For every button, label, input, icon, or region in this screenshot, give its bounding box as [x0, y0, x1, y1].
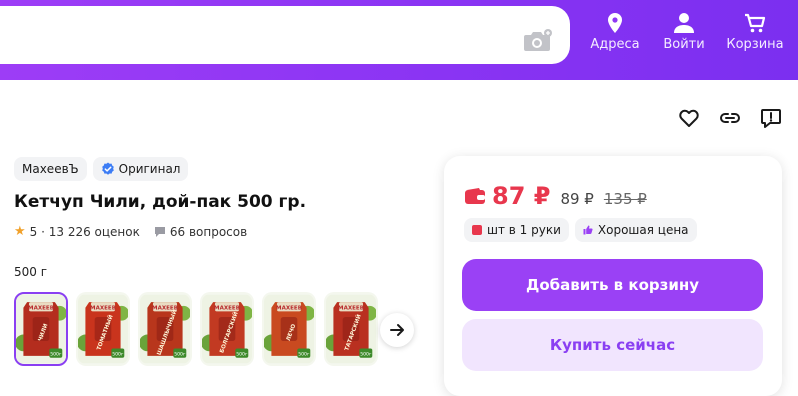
- offer-card: 87 ₽ 89 ₽ 135 ₽ шт в 1 руки Хорошая цена…: [444, 156, 782, 396]
- variant-label: 500 г: [14, 265, 48, 279]
- svg-text:МАХЕЕВ: МАХЕЕВ: [338, 306, 364, 312]
- heart-icon[interactable]: [677, 106, 701, 130]
- nav-addresses-label: Адреса: [590, 37, 640, 52]
- ketchup-pack-image: МАХЕЕВШАШЛЫЧНЫЙ500г: [140, 294, 190, 364]
- user-icon: [674, 13, 694, 33]
- thumbs-up-icon: [583, 225, 593, 235]
- svg-text:500г: 500г: [298, 351, 310, 357]
- product-thumbnail[interactable]: МАХЕЕВ ШАШЛЫЧНЫЙ 500г: [138, 292, 192, 366]
- svg-text:500г: 500г: [112, 351, 124, 357]
- old-price: 135 ₽: [603, 190, 647, 208]
- thumbnails-next-button[interactable]: [380, 313, 414, 347]
- limit-label: шт в 1 руки: [487, 223, 561, 237]
- ketchup-pack-image: МАХЕЕВТАТАРСКИЙ500г: [326, 294, 376, 364]
- offer-badges: шт в 1 руки Хорошая цена: [464, 218, 697, 242]
- current-price: 87 ₽: [492, 182, 551, 210]
- brand-name: МахеевЪ: [22, 162, 79, 176]
- svg-text:500г: 500г: [236, 351, 248, 357]
- brand-chip[interactable]: МахеевЪ: [14, 157, 87, 181]
- rating-text[interactable]: 5 · 13 226 оценок: [30, 225, 140, 239]
- price-row: 87 ₽ 89 ₽ 135 ₽: [464, 182, 647, 210]
- svg-text:500г: 500г: [174, 351, 186, 357]
- nav-addresses[interactable]: Адреса: [580, 8, 650, 60]
- verified-check-icon: [101, 162, 114, 175]
- thumbnail-strip: МАХЕЕВ ЧИЛИ 500г МАХЕЕВ ТОМАТНЫЙ 500г МАХЕЕВ ША…: [14, 292, 378, 366]
- top-header: Адреса Войти Корзина: [0, 0, 798, 80]
- svg-text:МАХЕЕВ: МАХЕЕВ: [214, 306, 240, 312]
- search-bar[interactable]: [0, 6, 570, 64]
- nav-login[interactable]: Войти: [649, 8, 719, 60]
- product-thumbnail[interactable]: МАХЕЕВ ТОМАТНЫЙ 500г: [76, 292, 130, 366]
- location-pin-icon: [608, 13, 622, 33]
- product-thumbnail[interactable]: МАХЕЕВ ЧИЛИ 500г: [14, 292, 68, 366]
- svg-text:500г: 500г: [360, 351, 372, 357]
- link-icon[interactable]: [718, 106, 742, 130]
- original-label: Оригинал: [118, 162, 181, 176]
- product-thumbnail[interactable]: МАХЕЕВ ТАТАРСКИЙ 500г: [324, 292, 378, 366]
- product-thumbnail[interactable]: МАХЕЕВ ЛЕЧО 500г: [262, 292, 316, 366]
- ketchup-pack-image: МАХЕЕВТОМАТНЫЙ500г: [78, 294, 128, 364]
- nav-cart[interactable]: Корзина: [720, 8, 790, 60]
- nav-login-label: Войти: [663, 37, 705, 52]
- limit-badge: шт в 1 руки: [464, 218, 569, 242]
- wallet-icon: [465, 188, 485, 204]
- questions-icon: [154, 226, 165, 237]
- buy-now-button[interactable]: Купить сейчас: [462, 319, 763, 371]
- product-meta: ★ 5 · 13 226 оценок 66 вопросов: [14, 224, 247, 239]
- cart-icon: [745, 13, 766, 33]
- camera-search-icon[interactable]: [522, 28, 552, 54]
- good-price-label: Хорошая цена: [597, 223, 689, 237]
- add-to-cart-button[interactable]: Добавить в корзину: [462, 259, 763, 311]
- limit-icon: [472, 225, 482, 235]
- svg-text:МАХЕЕВ: МАХЕЕВ: [28, 306, 54, 312]
- arrow-right-icon: [390, 324, 404, 336]
- product-chips: МахеевЪ Оригинал: [14, 157, 189, 181]
- svg-text:МАХЕЕВ: МАХЕЕВ: [90, 306, 116, 312]
- svg-text:500г: 500г: [50, 351, 62, 357]
- ketchup-pack-image: МАХЕЕВБОЛГАРСКИЙ500г: [202, 294, 252, 364]
- good-price-badge: Хорошая цена: [574, 218, 697, 242]
- star-icon: ★: [14, 224, 26, 239]
- ketchup-pack-image: МАХЕЕВЧИЛИ500г: [16, 294, 66, 364]
- price-without-card: 89 ₽: [560, 190, 594, 208]
- product-thumbnail[interactable]: МАХЕЕВ БОЛГАРСКИЙ 500г: [200, 292, 254, 366]
- svg-text:МАХЕЕВ: МАХЕЕВ: [276, 306, 302, 312]
- questions-text[interactable]: 66 вопросов: [170, 225, 247, 239]
- original-chip[interactable]: Оригинал: [92, 157, 189, 181]
- product-title: Кетчуп Чили, дой-пак 500 гр.: [14, 192, 307, 212]
- nav-cart-label: Корзина: [726, 37, 784, 52]
- report-icon[interactable]: [759, 106, 783, 130]
- ketchup-pack-image: МАХЕЕВЛЕЧО500г: [264, 294, 314, 364]
